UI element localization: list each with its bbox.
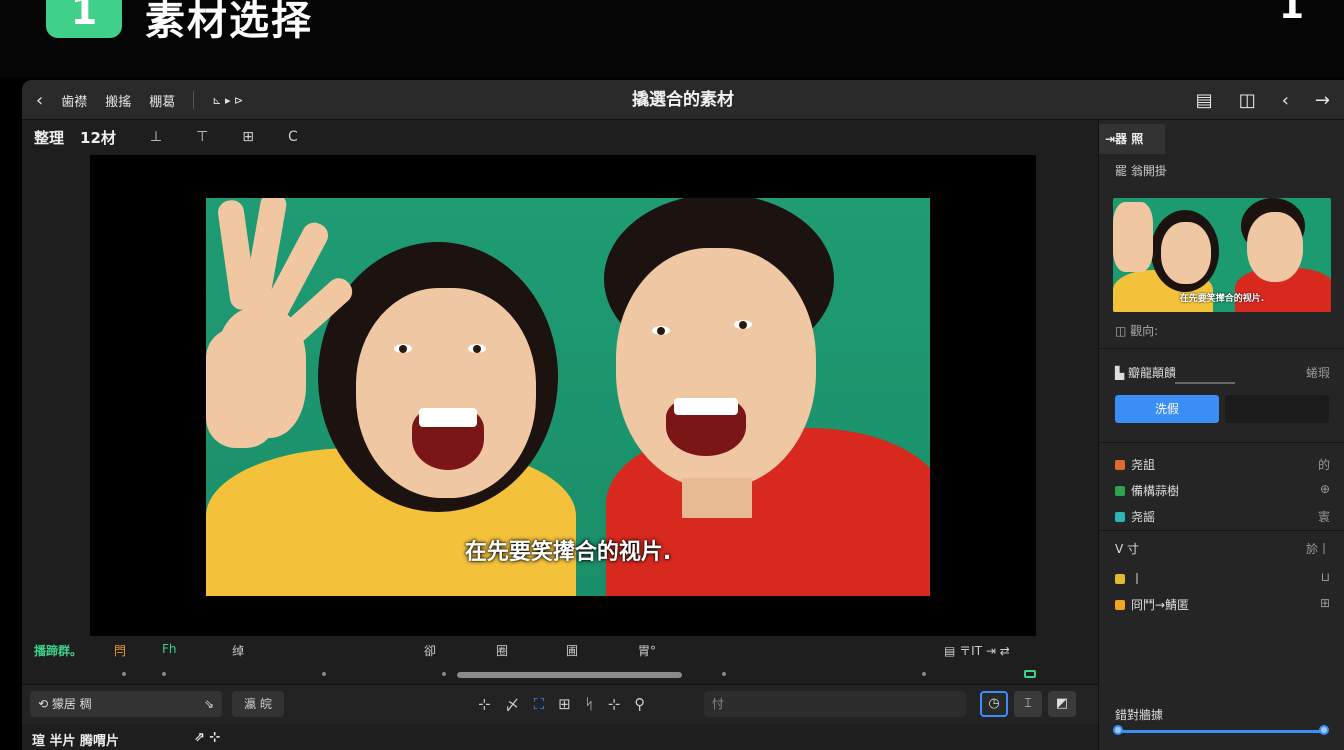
scrub-bar[interactable]: [22, 664, 1098, 680]
titlebar-actions: ▤ ◫ ‹ →: [1196, 80, 1330, 120]
audio-icon[interactable]: ᛋ: [585, 695, 594, 713]
bottom-toolbar: ⟲ 獴居 稠 ⇘ 瀛 皖 ⊹ 〆 ⛶ ⊞ ᛋ ⊹ ⚲ 忖 ◷ ⌶ ◩: [22, 684, 1098, 724]
scrub-handle[interactable]: [457, 672, 682, 678]
slider-knob-right[interactable]: [1319, 725, 1329, 735]
banner-right-glyph: 1: [1278, 0, 1304, 27]
primary-button[interactable]: 洗假: [1115, 395, 1219, 423]
yellow-icon: [1115, 574, 1125, 584]
track-header: 瑄 半片 腾喟片 ⇗ ⊹: [22, 726, 1098, 750]
next-arrow-icon[interactable]: →: [1315, 90, 1330, 111]
align-top-icon[interactable]: ⊤: [196, 129, 208, 145]
slider-label: ▙ 瓣龍顛饋: [1115, 366, 1177, 380]
slider[interactable]: [1175, 382, 1235, 384]
list-item-action[interactable]: ⊔: [1321, 570, 1330, 584]
mask-button[interactable]: ◩: [1048, 691, 1076, 717]
expand-icon[interactable]: ⇘: [204, 691, 214, 717]
text-cursor-button[interactable]: ⌶: [1014, 691, 1042, 717]
pen-icon[interactable]: 〆: [505, 694, 520, 715]
step-number: 1: [70, 0, 98, 33]
list-item-label: 冏鬥→鯖匿: [1131, 598, 1190, 612]
list-item-label: 尧詛: [1131, 458, 1156, 472]
list-item-action[interactable]: 㝨: [1318, 508, 1330, 525]
list-item-action[interactable]: ⊕: [1320, 482, 1330, 496]
control-item-6[interactable]: 圃: [566, 642, 578, 659]
slider-row: ▙ 瓣龍顛饋 蜷瑕: [1115, 364, 1330, 381]
banner-title: 素材选择: [145, 0, 313, 44]
prev-icon[interactable]: ‹: [1282, 90, 1289, 111]
align-bottom-icon[interactable]: ⊥: [150, 129, 162, 145]
control-right-icons[interactable]: ▤ 〒IT ⇥ ⇄: [944, 642, 1010, 659]
list-item-action[interactable]: 的: [1318, 456, 1330, 473]
frame-icon[interactable]: ⊞: [558, 695, 571, 713]
preview-stage[interactable]: 在先要笑撵合的视片.: [90, 155, 1036, 636]
list-item[interactable]: 尧謡 㝨: [1115, 508, 1330, 525]
inspector-panel: ⇥器 照 罷 翁開掛 在先要笑撵合的视片. ◫ 觀向: ▙ 瓣龍顛饋 蜷瑕 洗假…: [1098, 120, 1344, 750]
folder-icon: [1115, 600, 1125, 610]
list-item[interactable]: ᐯ 寸 㫆丨: [1115, 540, 1330, 557]
preview-toolbar: 整理 12材 ⊥ ⊤ ⊞ C: [22, 120, 1098, 154]
add-icon[interactable]: ⊹: [608, 695, 621, 713]
secondary-select[interactable]: 瀛 皖: [232, 691, 284, 717]
bottom-slider-label: 錯對牆據: [1115, 708, 1164, 722]
list-item[interactable]: 備構蒜樹 ⊕: [1115, 482, 1330, 499]
list-item-label: 備構蒜樹: [1131, 484, 1180, 498]
control-item-3[interactable]: 绰: [232, 642, 244, 659]
toolbar-label-1[interactable]: 整理: [34, 127, 64, 148]
list-item-label: ᐯ 寸: [1115, 542, 1140, 556]
secondary-button[interactable]: [1225, 395, 1329, 423]
toolbar-label-2[interactable]: 12材: [80, 127, 116, 148]
preview-controls: 播蹄群。 閂 Fh 绰 卻 圈 圃 胃° ▤ 〒IT ⇥ ⇄: [22, 636, 1098, 664]
edit-tools: ⊹ 〆 ⛶ ⊞ ᛋ ⊹ ⚲: [478, 691, 645, 717]
track-select-label: ⟲ 獴居 稠: [38, 697, 92, 711]
green-icon: [1115, 486, 1125, 496]
status-label: 播蹄群。: [34, 644, 83, 658]
clip-icon[interactable]: Fh: [162, 642, 177, 656]
layout-icon[interactable]: ▤: [1196, 90, 1213, 111]
editor-window: ‹ 歯襟 搬搖 棚葛 ⊾ ▸ ⊳ 撬選合的素材 ▤ ◫ ‹ → 整理 12材 ⊥…: [22, 80, 1344, 750]
titlebar: ‹ 歯襟 搬搖 棚葛 ⊾ ▸ ⊳ 撬選合的素材 ▤ ◫ ‹ →: [22, 80, 1344, 120]
thumbnail-caption: 在先要笑撵合的视片.: [1179, 294, 1265, 304]
orange-icon: [1115, 460, 1125, 470]
view-buttons: ◷ ⌶ ◩: [980, 691, 1076, 717]
list-item-action[interactable]: ⊞: [1320, 596, 1330, 610]
list-item-action[interactable]: 㫆丨: [1306, 540, 1330, 557]
window-title: 撬選合的素材: [632, 90, 734, 110]
list-item[interactable]: 冏鬥→鯖匿 ⊞: [1115, 596, 1330, 613]
clip-thumbnail[interactable]: 在先要笑撵合的视片.: [1113, 198, 1331, 312]
rotate-icon[interactable]: C: [288, 129, 298, 145]
track-label[interactable]: 瑄 半片 腾喟片: [32, 730, 119, 749]
mark-in-icon[interactable]: 閂: [114, 642, 126, 659]
list-item[interactable]: 丨 ⊔: [1115, 570, 1330, 587]
track-select[interactable]: ⟲ 獴居 稠 ⇘: [30, 691, 222, 717]
crop-icon[interactable]: ⛶: [534, 695, 545, 713]
grid-icon[interactable]: ⊞: [242, 129, 254, 145]
step-badge: 1: [46, 0, 122, 38]
loop-indicator[interactable]: [1024, 670, 1036, 678]
split-icon[interactable]: ⊹: [478, 695, 491, 713]
bottom-slider-track[interactable]: [1117, 730, 1325, 733]
list-item-label: 丨: [1131, 572, 1144, 586]
slider-value[interactable]: 蜷瑕: [1306, 364, 1330, 381]
slider-knob-left[interactable]: [1113, 725, 1123, 735]
banner: 1 素材选择 1: [0, 0, 1344, 78]
control-item-7[interactable]: 胃°: [638, 642, 656, 659]
search-icon[interactable]: ⚲: [634, 695, 645, 713]
video-subtitle: 在先要笑撵合的视片.: [464, 540, 672, 565]
clock-button[interactable]: ◷: [980, 691, 1008, 717]
track-icons[interactable]: ⇗ ⊹: [194, 730, 220, 745]
control-item-4[interactable]: 卻: [424, 642, 436, 659]
preview-video-frame: 在先要笑撵合的视片.: [206, 198, 930, 596]
teal-icon: [1115, 512, 1125, 522]
list-item-label: 尧謡: [1131, 510, 1156, 524]
list-item[interactable]: 尧詛 的: [1115, 456, 1330, 473]
inspector-heading: 罷 翁開掛: [1115, 164, 1167, 178]
inspector-tab[interactable]: ⇥器 照: [1099, 124, 1165, 154]
text-input[interactable]: 忖: [704, 691, 966, 717]
control-item-5[interactable]: 圈: [496, 642, 508, 659]
clip-meta: ◫ 觀向:: [1115, 324, 1159, 338]
comment-icon[interactable]: ◫: [1239, 90, 1256, 111]
